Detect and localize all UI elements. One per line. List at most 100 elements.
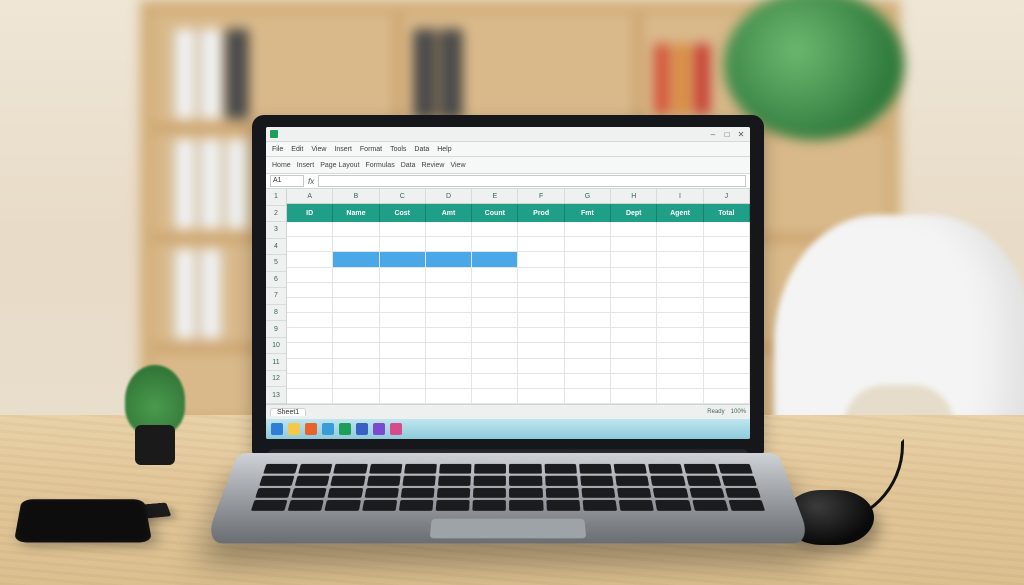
cell[interactable] (518, 374, 564, 389)
spreadsheet-grid[interactable]: 1 2 3 4 5 6 7 8 9 10 11 12 13 (266, 189, 750, 404)
cell[interactable] (472, 268, 518, 283)
cell[interactable] (518, 283, 564, 298)
row-header[interactable]: 8 (266, 305, 286, 322)
cell[interactable] (518, 222, 564, 237)
row-header[interactable]: 9 (266, 321, 286, 338)
cell[interactable] (426, 328, 472, 343)
cell[interactable] (565, 237, 611, 252)
cell[interactable] (426, 298, 472, 313)
cell[interactable] (472, 343, 518, 358)
cell[interactable] (704, 343, 750, 358)
cell[interactable] (611, 283, 657, 298)
cell[interactable] (333, 343, 379, 358)
cell[interactable] (333, 328, 379, 343)
cell[interactable] (704, 252, 750, 267)
cell[interactable] (380, 298, 426, 313)
cell[interactable] (287, 298, 333, 313)
cell[interactable] (518, 389, 564, 404)
cell[interactable] (287, 389, 333, 404)
cell[interactable] (426, 374, 472, 389)
cell[interactable] (657, 222, 703, 237)
cell[interactable] (472, 328, 518, 343)
cell[interactable] (611, 359, 657, 374)
row-header[interactable]: 3 (266, 222, 286, 239)
cell[interactable] (426, 389, 472, 404)
cell[interactable] (380, 268, 426, 283)
cell[interactable] (657, 237, 703, 252)
cell[interactable] (657, 328, 703, 343)
ribbon-view[interactable]: View (450, 162, 465, 169)
cell[interactable] (518, 298, 564, 313)
table-header-cell[interactable]: Total (704, 204, 750, 222)
cell[interactable] (611, 298, 657, 313)
ribbon-formulas[interactable]: Formulas (366, 162, 395, 169)
cell[interactable] (704, 237, 750, 252)
fx-icon[interactable]: fx (308, 177, 314, 186)
cell[interactable] (472, 359, 518, 374)
cell[interactable] (657, 374, 703, 389)
close-button[interactable]: ✕ (736, 130, 746, 139)
ribbon-pagelayout[interactable]: Page Layout (320, 162, 359, 169)
cell[interactable] (704, 283, 750, 298)
col-header[interactable]: A (287, 189, 333, 203)
docs-icon[interactable] (356, 423, 368, 435)
menu-tools[interactable]: Tools (390, 146, 406, 153)
cell[interactable] (380, 252, 426, 267)
name-box[interactable]: A1 (270, 175, 304, 187)
store-icon[interactable] (373, 423, 385, 435)
cell[interactable] (611, 237, 657, 252)
cell[interactable] (704, 222, 750, 237)
cell[interactable] (611, 268, 657, 283)
cell[interactable] (565, 328, 611, 343)
cell[interactable] (472, 283, 518, 298)
cell[interactable] (380, 343, 426, 358)
cell[interactable] (704, 359, 750, 374)
row-header[interactable]: 4 (266, 239, 286, 256)
cell[interactable] (518, 268, 564, 283)
col-header[interactable]: I (657, 189, 703, 203)
menu-format[interactable]: Format (360, 146, 382, 153)
cell[interactable] (657, 359, 703, 374)
cell[interactable] (380, 283, 426, 298)
cell[interactable] (704, 389, 750, 404)
menu-edit[interactable]: Edit (291, 146, 303, 153)
start-icon[interactable] (271, 423, 283, 435)
col-header[interactable]: F (518, 189, 564, 203)
cell[interactable] (472, 222, 518, 237)
cell[interactable] (611, 222, 657, 237)
ribbon-data[interactable]: Data (401, 162, 416, 169)
cell[interactable] (657, 343, 703, 358)
row-header[interactable]: 7 (266, 288, 286, 305)
cell[interactable] (657, 298, 703, 313)
table-header-cell[interactable]: Agent (657, 204, 703, 222)
cell[interactable] (611, 343, 657, 358)
cell[interactable] (657, 252, 703, 267)
cell-area[interactable] (287, 222, 750, 404)
col-header[interactable]: B (333, 189, 379, 203)
cell[interactable] (611, 313, 657, 328)
cell[interactable] (704, 374, 750, 389)
cell[interactable] (611, 252, 657, 267)
cell[interactable] (426, 237, 472, 252)
cell[interactable] (565, 389, 611, 404)
col-header[interactable]: D (426, 189, 472, 203)
table-header-cell[interactable]: Amt (426, 204, 472, 222)
sheet-tab[interactable]: Sheet1 (270, 408, 306, 416)
menu-file[interactable]: File (272, 146, 283, 153)
cell[interactable] (287, 313, 333, 328)
cell[interactable] (611, 389, 657, 404)
table-header-cell[interactable]: Dept (611, 204, 657, 222)
cell[interactable] (380, 328, 426, 343)
col-header[interactable]: C (380, 189, 426, 203)
table-header-cell[interactable]: ID (287, 204, 333, 222)
row-header[interactable]: 10 (266, 338, 286, 355)
cell[interactable] (426, 313, 472, 328)
table-header-cell[interactable]: Count (472, 204, 518, 222)
maximize-button[interactable]: □ (722, 130, 732, 139)
cell[interactable] (518, 328, 564, 343)
menu-data[interactable]: Data (414, 146, 429, 153)
browser-icon[interactable] (305, 423, 317, 435)
cell[interactable] (472, 252, 518, 267)
cell[interactable] (380, 389, 426, 404)
cell[interactable] (611, 328, 657, 343)
